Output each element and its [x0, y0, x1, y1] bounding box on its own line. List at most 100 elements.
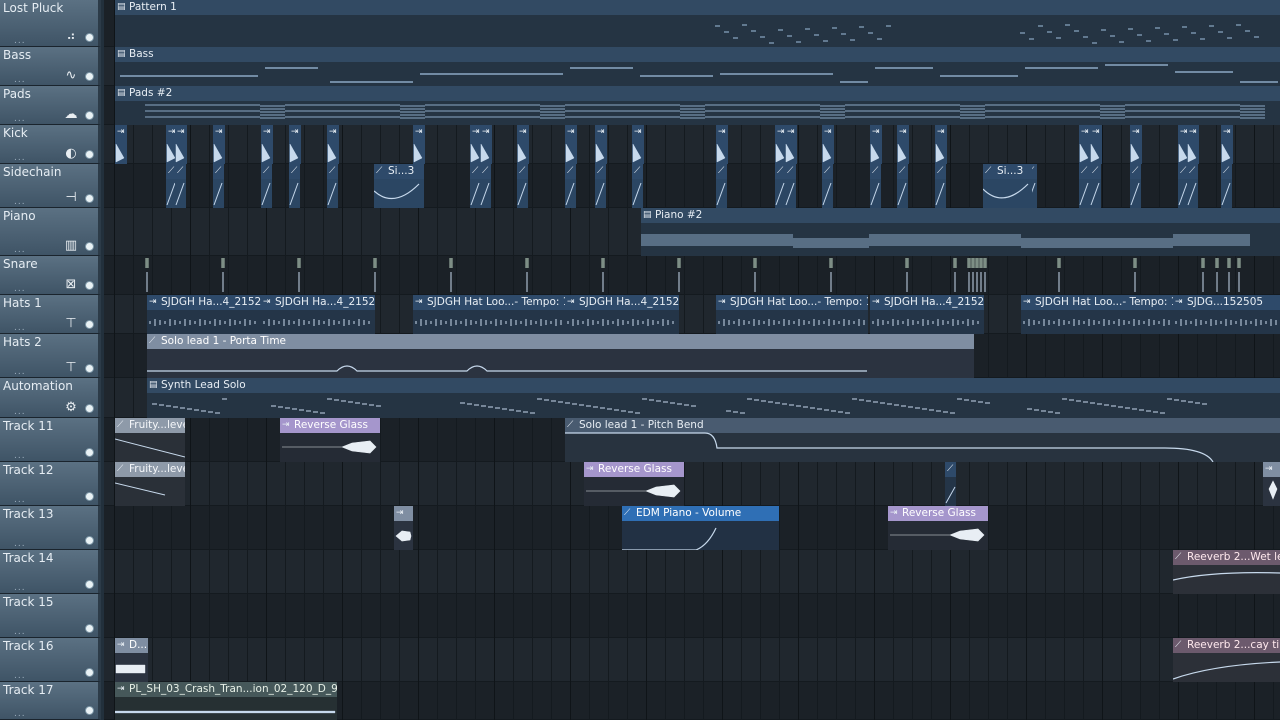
track-header[interactable]: Track 15...	[0, 594, 101, 638]
track-grip[interactable]: ...	[14, 245, 26, 255]
clip[interactable]: ⇥ SJDGH Hat Loo...- Tempo: 124.0	[413, 295, 565, 334]
track-header[interactable]: Snare ⊠...	[0, 256, 101, 295]
clip[interactable]: ⟋	[945, 462, 956, 506]
track-grip[interactable]: ...	[14, 539, 26, 549]
track-header[interactable]: Piano ▥...	[0, 208, 101, 256]
clip-title[interactable]: ⟋ Fruity...level	[115, 462, 185, 477]
clip-title[interactable]: ⇥	[394, 506, 413, 521]
track-enable-toggle[interactable]	[85, 150, 94, 159]
track-name[interactable]: Sidechain	[3, 165, 61, 179]
clip-title[interactable]: ⟋ EDM Piano - Volume	[622, 506, 779, 521]
track-enable-toggle[interactable]	[85, 33, 94, 42]
clip-title[interactable]: ⇥	[1263, 462, 1280, 477]
clip[interactable]: ▤ Synth Lead Solo	[147, 378, 1280, 418]
clip-title[interactable]: ⇥ SJDGH Ha...4_2152505	[261, 295, 375, 310]
clip[interactable]: ⇥ Reverse Glass	[888, 506, 988, 550]
clip[interactable]: ⇥ SJDG...152505	[1173, 295, 1280, 334]
clip-title[interactable]: ⇥ SJDGH Hat Loo...- Tempo: 124.0	[413, 295, 565, 310]
clip-title[interactable]: ⇥ Reverse Glass	[280, 418, 380, 433]
track-enable-toggle[interactable]	[85, 492, 94, 501]
clip-title[interactable]: ⇥ SJDGH Ha...4_2152505	[565, 295, 679, 310]
track-name[interactable]: Hats 2	[3, 335, 42, 349]
clip[interactable]: ⇥ SJDGH Ha...4_2152505	[261, 295, 375, 334]
track-name[interactable]: Track 16	[3, 639, 53, 653]
track-enable-toggle[interactable]	[85, 242, 94, 251]
track-enable-toggle[interactable]	[85, 364, 94, 373]
playlist-grid[interactable]: ▤ Pattern 1 ▤ Bass ▤ Pads #2 ⇥ ⇥ ⇥ ⇥ ⇥ ⇥ ⇥ ⇥ ⇥ ⇥ ⇥ ⇥ ⇥ ⇥ ⇥ ⇥ ⇥…	[104, 0, 1280, 720]
clip-title[interactable]: ⇥ D...)	[115, 638, 148, 653]
track-name[interactable]: Track 13	[3, 507, 53, 521]
track-grip[interactable]: ...	[14, 583, 26, 593]
track-grip[interactable]: ...	[14, 323, 26, 333]
clip-title[interactable]: ⇥ SJDG...152505	[1173, 295, 1280, 310]
clip[interactable]: ⟋ Solo lead 1 - Pitch Bend	[565, 418, 1280, 462]
track-grip[interactable]: ...	[14, 197, 26, 207]
track-enable-toggle[interactable]	[85, 706, 94, 715]
track-enable-toggle[interactable]	[85, 448, 94, 457]
clip-title[interactable]: ⟋ Solo lead 1 - Porta Time	[147, 334, 974, 349]
track-grip[interactable]: ...	[14, 114, 26, 124]
track-name[interactable]: Track 12	[3, 463, 53, 477]
clip[interactable]: ⇥ SJDGH Hat Loo...- Tempo: 124.0	[1021, 295, 1173, 334]
clip[interactable]: ⇥ Reverse Glass	[584, 462, 684, 506]
clip-title[interactable]: ▤ Synth Lead Solo	[147, 378, 1280, 393]
clip[interactable]: ⟋ EDM Piano - Volume	[622, 506, 779, 550]
track-name[interactable]: Track 15	[3, 595, 53, 609]
clip-title[interactable]: ⟋	[945, 462, 956, 477]
track-enable-toggle[interactable]	[85, 404, 94, 413]
track-enable-toggle[interactable]	[85, 72, 94, 81]
track-name[interactable]: Lost Pluck	[3, 1, 63, 15]
track-name[interactable]: Track 17	[3, 683, 53, 697]
track-header[interactable]: Track 14...	[0, 550, 101, 594]
track-enable-toggle[interactable]	[85, 536, 94, 545]
clip[interactable]: ⟋ Reeverb 2...cay time	[1173, 638, 1280, 682]
track-header[interactable]: Kick ◐...	[0, 125, 101, 164]
track-header[interactable]: Sidechain ⊣...	[0, 164, 101, 208]
track-enable-toggle[interactable]	[85, 320, 94, 329]
clip-title[interactable]: ⟋ Reeverb 2...Wet level	[1173, 550, 1280, 565]
track-name[interactable]: Track 11	[3, 419, 53, 433]
track-header[interactable]: Automation ⚙...	[0, 378, 101, 418]
track-grip[interactable]: ...	[14, 495, 26, 505]
track-name[interactable]: Bass	[3, 48, 31, 62]
clip[interactable]: ⟋ Fruity...level	[115, 462, 185, 506]
clip-title[interactable]: ⇥ Reverse Glass	[888, 506, 988, 521]
clip-title[interactable]: ⇥ Reverse Glass	[584, 462, 684, 477]
track-name[interactable]: Pads	[3, 87, 31, 101]
track-grip[interactable]: ...	[14, 671, 26, 681]
clip[interactable]: ⇥ SJDGH Ha...4_2152505	[565, 295, 679, 334]
clip[interactable]: ⇥ SJDGH Ha...4_2152505	[147, 295, 261, 334]
track-header[interactable]: Track 17...	[0, 682, 101, 720]
clip[interactable]: ⟋ Fruity...level	[115, 418, 185, 462]
clip-title[interactable]: ⟋ Solo lead 1 - Pitch Bend	[565, 418, 1280, 433]
track-name[interactable]: Kick	[3, 126, 28, 140]
clip[interactable]: ⇥	[1263, 462, 1280, 506]
clip[interactable]: ⇥ SJDGH Ha...4_2152505	[870, 295, 984, 334]
clip[interactable]: ⇥ Reverse Glass	[280, 418, 380, 462]
track-enable-toggle[interactable]	[85, 668, 94, 677]
clip[interactable]: ⇥ SJDGH Hat Loo...- Tempo: 124.0	[716, 295, 868, 334]
clip-title[interactable]: ⇥ SJDGH Hat Loo...- Tempo: 124.0	[716, 295, 868, 310]
clip-title[interactable]: ⟋ Reeverb 2...cay time	[1173, 638, 1280, 653]
track-enable-toggle[interactable]	[85, 194, 94, 203]
track-header[interactable]: Pads ☁...	[0, 86, 101, 125]
track-header[interactable]: Hats 2 ⊤...	[0, 334, 101, 378]
track-name[interactable]: Piano	[3, 209, 36, 223]
clip[interactable]: ⇥ PL_SH_03_Crash_Tran...ion_02_120_D_9522…	[115, 682, 337, 720]
track-grip[interactable]: ...	[14, 75, 26, 85]
track-name[interactable]: Hats 1	[3, 296, 42, 310]
track-header[interactable]: Track 13...	[0, 506, 101, 550]
track-grip[interactable]: ...	[14, 284, 26, 294]
clip[interactable]: ⟋ Reeverb 2...Wet level	[1173, 550, 1280, 594]
track-header[interactable]: Bass ∿...	[0, 47, 101, 86]
track-grip[interactable]: ...	[14, 451, 26, 461]
clip[interactable]: ⇥	[394, 506, 413, 550]
track-header[interactable]: Track 16...	[0, 638, 101, 682]
track-header[interactable]: Hats 1 ⊤...	[0, 295, 101, 334]
track-grip[interactable]: ...	[14, 407, 26, 417]
track-name[interactable]: Snare	[3, 257, 38, 271]
clip-title[interactable]: ⇥ SJDGH Hat Loo...- Tempo: 124.0	[1021, 295, 1173, 310]
track-enable-toggle[interactable]	[85, 111, 94, 120]
track-enable-toggle[interactable]	[85, 281, 94, 290]
track-grip[interactable]: ...	[14, 367, 26, 377]
